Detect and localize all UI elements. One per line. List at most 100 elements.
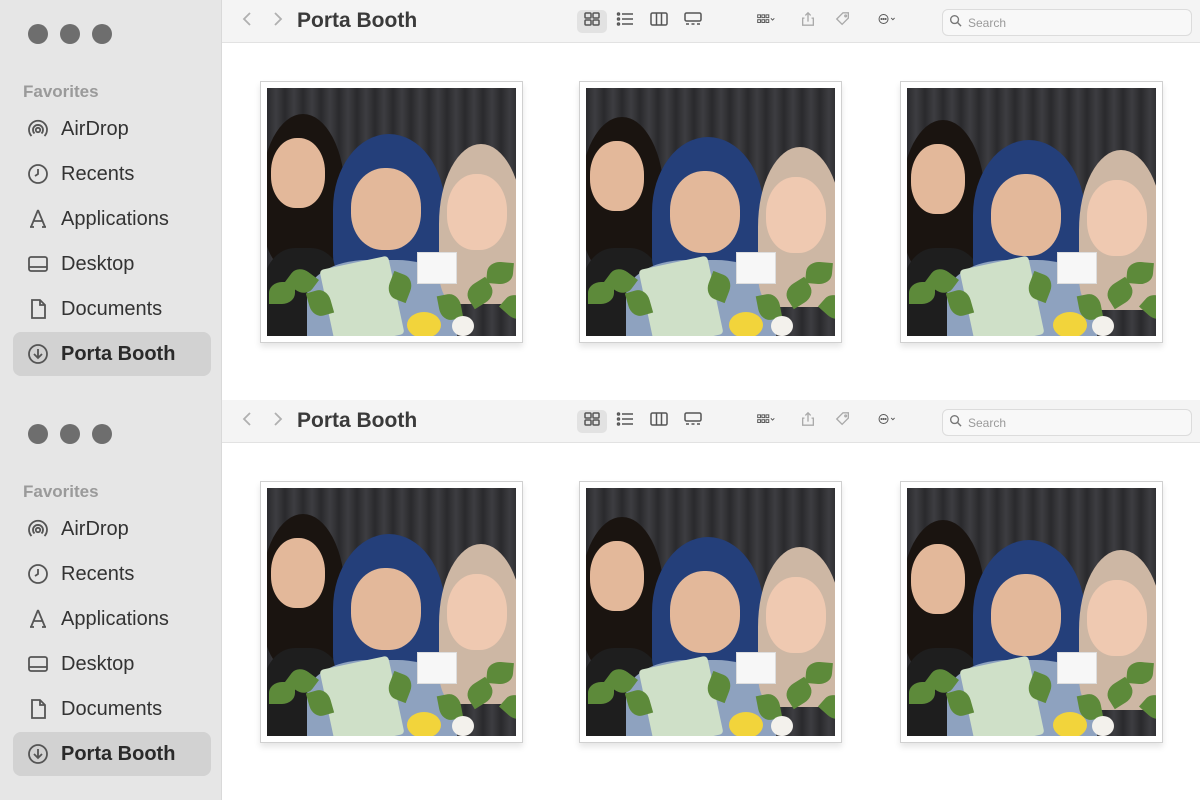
close-window-button[interactable]	[28, 24, 48, 44]
tag-button[interactable]	[832, 10, 854, 33]
favorites-header: Favorites	[23, 82, 99, 101]
person-right-face	[447, 574, 507, 650]
more-actions-button[interactable]	[870, 10, 904, 33]
download-icon	[25, 741, 51, 767]
search-field[interactable]	[942, 9, 1192, 36]
gallery-view-button[interactable]	[682, 410, 704, 433]
white-flower	[771, 715, 793, 736]
group-icon	[757, 411, 775, 432]
sidebar-item-applications[interactable]: Applications	[13, 197, 211, 241]
desktop-icon	[25, 651, 51, 677]
search-icon	[949, 414, 968, 432]
sidebar-item-desktop[interactable]: Desktop	[13, 242, 211, 286]
sidebar-item-documents[interactable]: Documents	[13, 687, 211, 731]
search-input[interactable]	[968, 15, 1168, 30]
photo-thumbnail[interactable]	[900, 81, 1163, 343]
sidebar-item-applications[interactable]: Applications	[13, 597, 211, 641]
sidebar-item-airdrop[interactable]: AirDrop	[13, 507, 211, 551]
sidebar-item-porta-booth[interactable]: Porta Booth	[13, 332, 211, 376]
sidebar-item-label: Applications	[61, 207, 169, 230]
white-flower	[452, 315, 474, 336]
photo-thumbnail[interactable]	[579, 481, 842, 743]
bouquet-card	[736, 651, 776, 684]
search-input[interactable]	[968, 415, 1168, 430]
sidebar-item-recents[interactable]: Recents	[13, 552, 211, 596]
leaf	[1138, 689, 1156, 724]
person-left-face	[271, 538, 325, 608]
icon-view-button[interactable]	[577, 410, 607, 433]
file-grid	[222, 443, 1200, 800]
sidebar-item-label: AirDrop	[61, 517, 129, 540]
tag-icon	[834, 411, 852, 432]
search-field[interactable]	[942, 409, 1192, 436]
zoom-window-button[interactable]	[92, 424, 112, 444]
sidebar-item-documents[interactable]: Documents	[13, 287, 211, 331]
photo-booth-image	[907, 488, 1156, 736]
yellow-flower	[407, 711, 441, 736]
bouquet	[586, 651, 835, 736]
photo-booth-image	[907, 88, 1156, 336]
photo-thumbnail[interactable]	[260, 81, 523, 343]
sidebar-item-label: Desktop	[61, 252, 135, 275]
minimize-window-button[interactable]	[60, 424, 80, 444]
person-middle-face	[991, 574, 1061, 656]
sidebar-item-label: Porta Booth	[61, 342, 176, 365]
tag-button[interactable]	[832, 410, 854, 433]
search-icon	[949, 14, 968, 32]
group-by-button[interactable]	[748, 10, 784, 33]
photo-booth-image	[267, 488, 516, 736]
leaf	[1126, 260, 1154, 285]
column-view-button[interactable]	[648, 10, 670, 33]
window-title: Porta Booth	[297, 409, 418, 432]
list-view-button[interactable]	[614, 10, 636, 33]
columns-icon	[650, 411, 668, 432]
document-icon	[25, 296, 51, 322]
sidebar-item-recents[interactable]: Recents	[13, 152, 211, 196]
yellow-flower	[729, 711, 763, 736]
list-view-button[interactable]	[614, 410, 636, 433]
window-controls	[28, 24, 112, 44]
close-window-button[interactable]	[28, 424, 48, 444]
forward-button[interactable]	[268, 10, 288, 32]
share-button[interactable]	[798, 410, 818, 433]
chevron-left-icon	[241, 411, 253, 432]
share-icon	[799, 11, 817, 32]
person-left-face	[590, 141, 644, 211]
photo-thumbnail[interactable]	[900, 481, 1163, 743]
white-flower	[1092, 315, 1114, 336]
minimize-window-button[interactable]	[60, 24, 80, 44]
gallery-view-button[interactable]	[682, 10, 704, 33]
person-right-face	[447, 174, 507, 250]
finder-window-bottom: Favorites AirDrop Recents Applications D…	[0, 400, 1200, 800]
forward-button[interactable]	[268, 410, 288, 432]
leaf	[817, 289, 835, 324]
column-view-button[interactable]	[648, 410, 670, 433]
clock-icon	[25, 161, 51, 187]
finder-window-top: Favorites AirDrop Recents Applications D…	[0, 0, 1200, 400]
bouquet-card	[417, 251, 457, 284]
favorites-header: Favorites	[23, 482, 99, 501]
photo-thumbnail[interactable]	[579, 81, 842, 343]
back-button[interactable]	[237, 410, 257, 432]
yellow-flower	[1053, 711, 1087, 736]
sidebar-item-desktop[interactable]: Desktop	[13, 642, 211, 686]
leaf	[805, 260, 833, 285]
chevron-right-icon	[272, 11, 284, 32]
bouquet	[907, 651, 1156, 736]
back-button[interactable]	[237, 10, 257, 32]
photo-thumbnail[interactable]	[260, 481, 523, 743]
share-button[interactable]	[798, 10, 818, 33]
leaf	[498, 689, 516, 724]
photo-booth-image	[267, 88, 516, 336]
ellipsis-circle-icon	[878, 11, 896, 32]
desktop-icon	[25, 251, 51, 277]
group-by-button[interactable]	[748, 410, 784, 433]
person-right-face	[766, 177, 826, 253]
sidebar-item-airdrop[interactable]: AirDrop	[13, 107, 211, 151]
zoom-window-button[interactable]	[92, 24, 112, 44]
more-actions-button[interactable]	[870, 410, 904, 433]
bouquet-card	[1057, 251, 1097, 284]
person-middle-face	[670, 171, 740, 253]
sidebar-item-porta-booth[interactable]: Porta Booth	[13, 732, 211, 776]
icon-view-button[interactable]	[577, 10, 607, 33]
